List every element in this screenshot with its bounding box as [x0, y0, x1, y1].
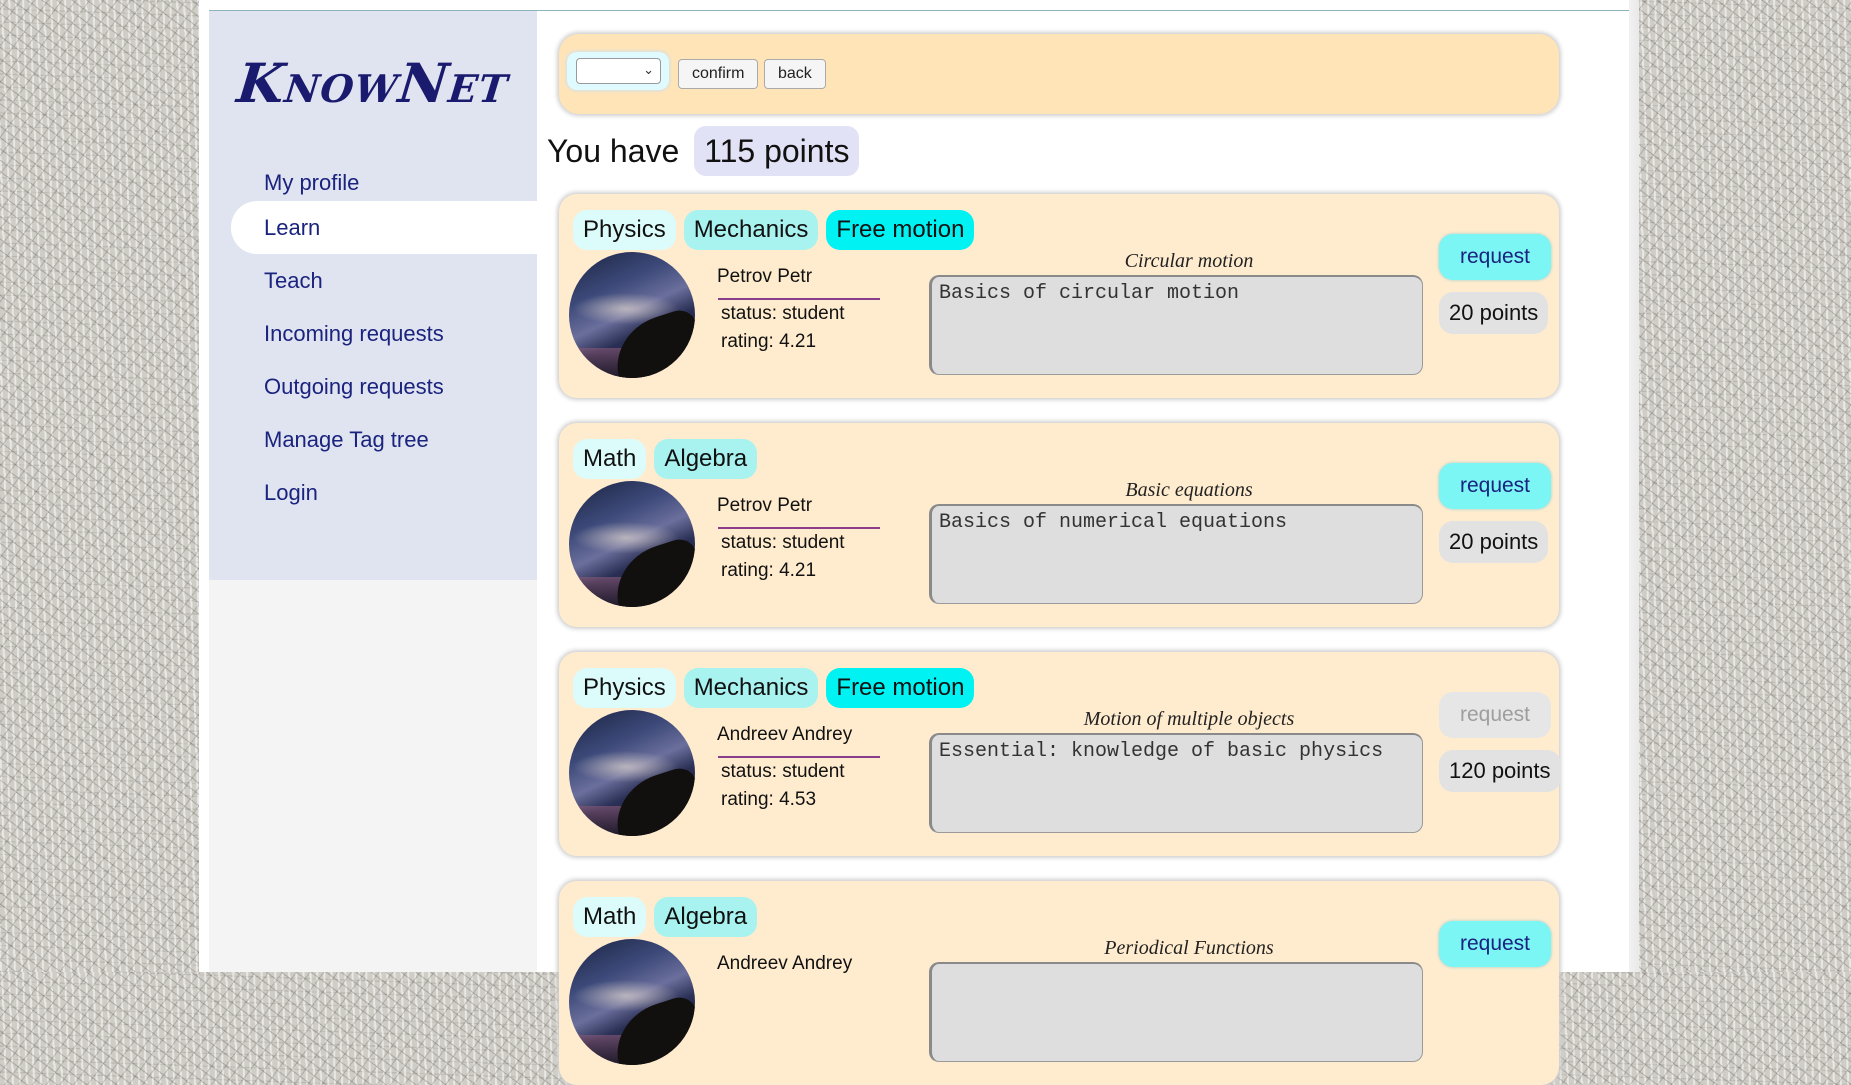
teacher-status: status: student: [721, 532, 845, 553]
sidebar-item-label: Learn: [264, 215, 321, 240]
lesson-title: Periodical Functions: [1104, 937, 1274, 959]
lesson-description[interactable]: Essential: knowledge of basic physics: [929, 733, 1423, 833]
sidebar-item-outgoing-requests[interactable]: Outgoing requests: [209, 360, 537, 413]
tag[interactable]: Mechanics: [683, 668, 819, 708]
confirm-button[interactable]: confirm: [678, 59, 759, 89]
cost-badge: 20 points: [1439, 521, 1549, 563]
avatar[interactable]: [569, 481, 695, 607]
logo[interactable]: KnowNet: [206, 51, 541, 115]
lesson-title: Circular motion: [1124, 250, 1254, 272]
sidebar-item-manage-tag-tree[interactable]: Manage Tag tree: [209, 413, 537, 466]
teacher-rating: rating: 4.21: [721, 560, 817, 581]
avatar[interactable]: [569, 252, 695, 378]
tag-select[interactable]: ⌄: [576, 58, 661, 84]
avatar[interactable]: [569, 710, 695, 836]
request-button[interactable]: request: [1439, 463, 1551, 509]
tag-list: Physics Mechanics Free motion: [573, 668, 982, 708]
filter-toolbar: ⌄ confirm back: [559, 34, 1559, 114]
teacher-rating: rating: 4.53: [721, 789, 817, 810]
points-prefix: You have: [547, 133, 680, 169]
sidebar-item-incoming-requests[interactable]: Incoming requests: [209, 307, 537, 360]
sidebar-item-label: Teach: [264, 268, 323, 293]
sidebar-item-label: Login: [264, 480, 318, 505]
tag-list: Math Algebra: [573, 897, 765, 937]
tag[interactable]: Algebra: [654, 439, 758, 479]
tag[interactable]: Algebra: [654, 897, 758, 937]
teacher-status: status: student: [721, 303, 845, 324]
points-summary: You have 115 points: [547, 125, 860, 177]
lesson-card: Math Algebra Andreev Andrey Periodical Fu…: [559, 881, 1559, 1085]
points-badge: 115 points: [694, 126, 860, 176]
sidebar-item-label: My profile: [264, 170, 360, 195]
lesson-card: Physics Mechanics Free motion Petrov Petr …: [559, 194, 1559, 398]
lesson-card: Physics Mechanics Free motion Andreev Andr…: [559, 652, 1561, 856]
lesson-description[interactable]: Basics of circular motion: [929, 275, 1423, 375]
request-button[interactable]: request: [1439, 921, 1551, 967]
sidebar-item-label: Manage Tag tree: [264, 427, 429, 452]
cost-badge: 20 points: [1439, 292, 1549, 334]
tag[interactable]: Mechanics: [683, 210, 819, 250]
sidebar-item-teach[interactable]: Teach: [209, 254, 537, 307]
request-button[interactable]: request: [1439, 234, 1551, 280]
sidebar-item-login[interactable]: Login: [209, 466, 537, 519]
lesson-title: Motion of multiple objects: [1083, 708, 1295, 730]
main-content: ⌄ confirm back You have 115 points Physi…: [547, 0, 1627, 1085]
tag[interactable]: Free motion: [826, 668, 975, 708]
page-container: KnowNet My profile Learn Teach Incoming …: [199, 0, 1629, 1085]
teacher-name[interactable]: Andreev Andrey: [717, 724, 852, 746]
cost-badge: 120 points: [1439, 750, 1561, 792]
tag-list: Physics Mechanics Free motion: [573, 210, 982, 250]
lesson-description[interactable]: Basics of numerical equations: [929, 504, 1423, 604]
teacher-name[interactable]: Petrov Petr: [717, 495, 812, 517]
sidebar: KnowNet My profile Learn Teach Incoming …: [209, 11, 537, 580]
chevron-down-icon: ⌄: [643, 62, 654, 77]
teacher-name[interactable]: Petrov Petr: [717, 266, 812, 288]
lesson-description[interactable]: [929, 962, 1423, 1062]
tag-select-wrapper: ⌄: [567, 52, 669, 90]
back-button[interactable]: back: [764, 59, 826, 89]
sidebar-item-label: Incoming requests: [264, 321, 444, 346]
sidebar-item-learn[interactable]: Learn: [231, 201, 537, 254]
request-button: request: [1439, 692, 1551, 738]
teacher-status: status: student: [721, 761, 845, 782]
sidebar-item-label: Outgoing requests: [264, 374, 444, 399]
tag-list: Math Algebra: [573, 439, 765, 479]
page-edge: [1629, 0, 1639, 972]
tag[interactable]: Free motion: [826, 210, 975, 250]
teacher-rating: rating: 4.21: [721, 331, 817, 352]
lesson-title: Basic equations: [1125, 479, 1253, 501]
avatar[interactable]: [569, 939, 695, 1065]
tag[interactable]: Physics: [573, 210, 676, 250]
tag[interactable]: Physics: [573, 668, 676, 708]
tag[interactable]: Math: [573, 897, 647, 937]
lesson-card: Math Algebra Petrov Petr status: student …: [559, 423, 1559, 627]
tag[interactable]: Math: [573, 439, 647, 479]
